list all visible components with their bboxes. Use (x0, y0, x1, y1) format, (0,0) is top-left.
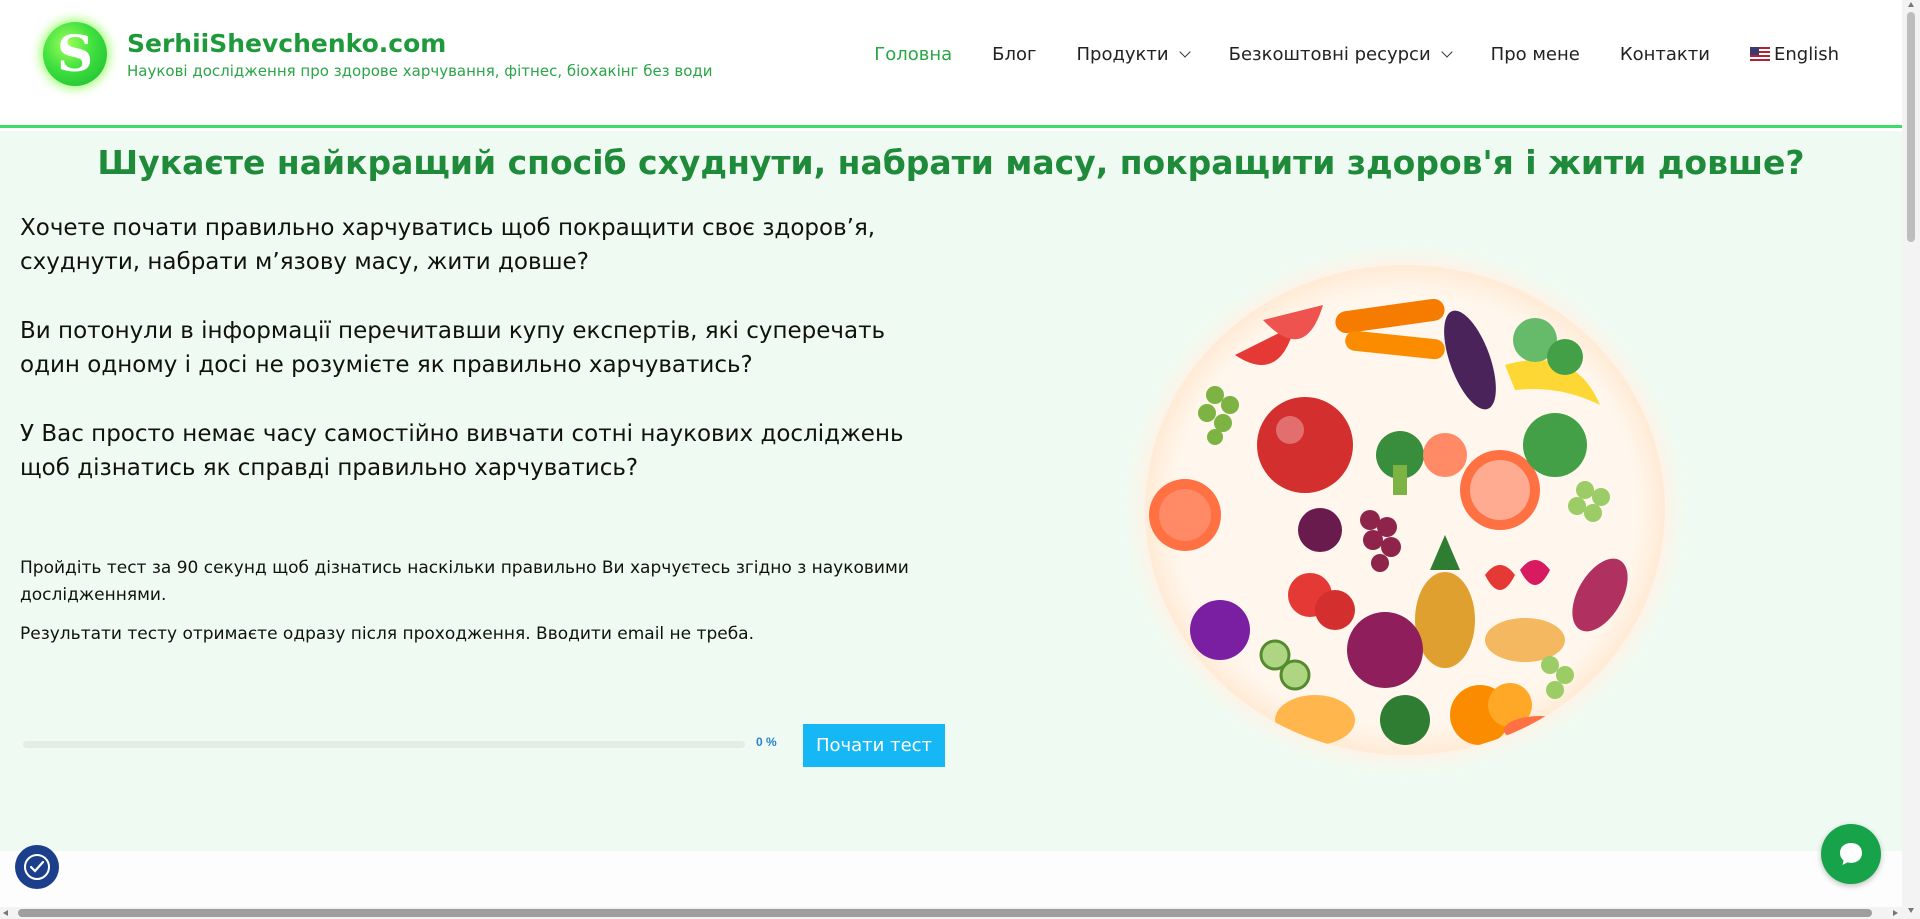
site-header: S SerhiiShevchenko.com Наукові досліджен… (0, 0, 1902, 128)
start-test-button[interactable]: Почати тест (803, 724, 945, 767)
scroll-up-icon[interactable] (1908, 2, 1914, 7)
accessibility-icon (24, 854, 50, 880)
accessibility-button[interactable] (15, 845, 59, 889)
nav-item-label: Про мене (1490, 44, 1580, 65)
logo-icon[interactable]: S (43, 22, 107, 86)
quiz-progress-bar (23, 741, 745, 748)
page-bottom-area (0, 851, 1902, 907)
fruit-illustration (1149, 298, 1628, 745)
scroll-right-icon[interactable] (1893, 910, 1898, 916)
nav-item-contacts[interactable]: Контакти (1620, 44, 1710, 65)
nav-item-about[interactable]: Про мене (1491, 44, 1580, 65)
nav-item-free-resources[interactable]: Безкоштовні ресурси (1228, 44, 1453, 65)
vertical-scroll-thumb[interactable] (1907, 12, 1915, 242)
nav-item-label: Продукти (1076, 44, 1169, 65)
hero-paragraph-2: Ви потонули в інформації перечитавши куп… (20, 318, 886, 378)
nav-item-english[interactable]: English (1750, 44, 1839, 65)
quiz-note-text: Результати тесту отримаєте одразу після … (20, 624, 754, 644)
scroll-down-icon[interactable] (1908, 908, 1914, 913)
us-flag-icon (1750, 47, 1770, 61)
chat-bubble-icon (1840, 843, 1862, 865)
fruit-vegetable-circle-image (1145, 265, 1665, 755)
quiz-intro-text: Пройдіть тест за 90 секунд щоб дізнатись… (20, 558, 909, 605)
quiz-progress-label: 0 % (756, 735, 777, 749)
nav-item-label: Блог (992, 44, 1037, 65)
hero-paragraph-1: Хочете почати правильно харчуватись щоб … (20, 215, 876, 275)
hero-section: Шукаєте найкращий спосіб схуднути, набра… (0, 131, 1902, 851)
hero-title: Шукаєте найкращий спосіб схуднути, набра… (97, 143, 1805, 182)
vertical-scrollbar[interactable] (1902, 0, 1920, 919)
scroll-left-icon[interactable] (3, 910, 8, 916)
nav-item-label: Контакти (1619, 44, 1710, 65)
nav-item-products[interactable]: Продукти (1076, 44, 1191, 65)
nav-item-label: Головна (874, 44, 953, 65)
horizontal-scrollbar[interactable] (0, 907, 1902, 919)
nav-item-blog[interactable]: Блог (992, 44, 1036, 65)
chevron-down-icon (1178, 46, 1191, 58)
main-nav: Головна Блог Продукти Безкоштовні ресурс… (874, 44, 1839, 65)
hero-paragraph-3: У Вас просто немає часу самостійно вивча… (20, 421, 904, 481)
nav-item-home[interactable]: Головна (874, 44, 952, 65)
horizontal-scroll-thumb[interactable] (18, 909, 1872, 917)
chevron-down-icon (1440, 46, 1453, 58)
nav-item-label: Безкоштовні ресурси (1228, 44, 1431, 65)
nav-item-label: English (1774, 44, 1839, 65)
chat-button[interactable] (1821, 824, 1881, 884)
site-tagline: Наукові дослідження про здорове харчуван… (127, 62, 713, 80)
site-title[interactable]: SerhiiShevchenko.com (127, 29, 446, 58)
fruit-circle-bg (1145, 265, 1665, 755)
